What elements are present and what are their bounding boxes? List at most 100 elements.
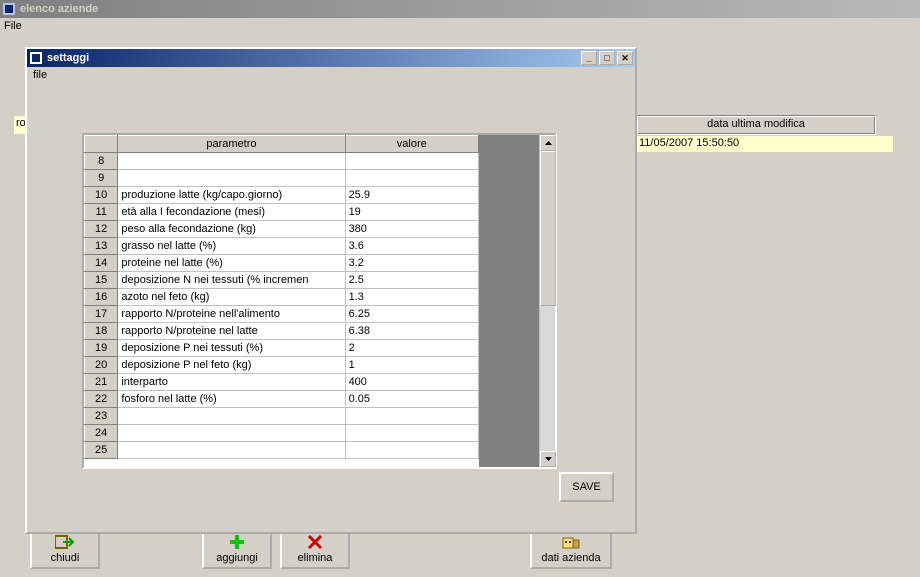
cell-parametro[interactable] [118,442,345,459]
grid-header-parametro[interactable]: parametro [118,136,345,153]
cell-parametro[interactable]: azoto nel feto (kg) [118,289,345,306]
cell-valore[interactable]: 3.2 [345,255,478,272]
table-row[interactable]: 16azoto nel feto (kg)1.3 [85,289,479,306]
row-header[interactable]: 8 [85,153,118,170]
table-row[interactable]: 19deposizione P nei tessuti (%)2 [85,340,479,357]
cell-parametro[interactable]: proteine nel latte (%) [118,255,345,272]
cell-parametro[interactable]: rapporto N/proteine nell'alimento [118,306,345,323]
cell-valore[interactable] [345,425,478,442]
aggiungi-label: aggiungi [216,552,258,564]
row-header[interactable]: 20 [85,357,118,374]
table-row[interactable]: 9 [85,170,479,187]
building-icon [560,533,582,551]
cell-parametro[interactable]: produzione latte (kg/capo.giorno) [118,187,345,204]
table-row[interactable]: 24 [85,425,479,442]
maximize-button[interactable]: □ [599,51,615,65]
row-header[interactable]: 16 [85,289,118,306]
table-row[interactable]: 20deposizione P nel feto (kg)1 [85,357,479,374]
app-icon [2,2,16,16]
row-header[interactable]: 25 [85,442,118,459]
table-row[interactable]: 22fosforo nel latte (%)0.05 [85,391,479,408]
grid-header-valore[interactable]: valore [345,136,478,153]
table-row[interactable]: 15deposizione N nei tessuti (% incremen2… [85,272,479,289]
table-row[interactable]: 25 [85,442,479,459]
cell-parametro[interactable]: rapporto N/proteine nel latte [118,323,345,340]
table-row[interactable]: 11età alla I fecondazione (mesi)19 [85,204,479,221]
cell-valore[interactable]: 2.5 [345,272,478,289]
scroll-up-button[interactable] [540,135,556,151]
outer-titlebar[interactable]: elenco aziende [0,0,920,18]
row-header[interactable]: 24 [85,425,118,442]
row-header[interactable]: 19 [85,340,118,357]
bg-value-text: 11/05/2007 15:50:50 [639,137,739,149]
table-row[interactable]: 12peso alla fecondazione (kg)380 [85,221,479,238]
cell-parametro[interactable]: età alla I fecondazione (mesi) [118,204,345,221]
row-header[interactable]: 9 [85,170,118,187]
cell-valore[interactable]: 1.3 [345,289,478,306]
cell-parametro[interactable] [118,153,345,170]
cell-parametro[interactable]: peso alla fecondazione (kg) [118,221,345,238]
cell-parametro[interactable]: deposizione N nei tessuti (% incremen [118,272,345,289]
row-header[interactable]: 13 [85,238,118,255]
grid-corner[interactable] [85,136,118,153]
grid-table: parametro valore 8910produzione latte (k… [84,135,479,459]
table-row[interactable]: 10produzione latte (kg/capo.giorno)25.9 [85,187,479,204]
row-header[interactable]: 23 [85,408,118,425]
row-header[interactable]: 17 [85,306,118,323]
row-header[interactable]: 18 [85,323,118,340]
cell-parametro[interactable] [118,425,345,442]
outer-menu-file[interactable]: File [0,18,920,34]
table-row[interactable]: 14proteine nel latte (%)3.2 [85,255,479,272]
row-header[interactable]: 10 [85,187,118,204]
row-header[interactable]: 15 [85,272,118,289]
row-header[interactable]: 22 [85,391,118,408]
cell-valore[interactable]: 19 [345,204,478,221]
modal-titlebar[interactable]: settaggi _ □ ✕ [27,49,635,67]
chiudi-label: chiudi [51,552,80,564]
cell-parametro[interactable]: interparto [118,374,345,391]
cell-valore[interactable]: 400 [345,374,478,391]
grid-scrollbar[interactable] [539,135,555,467]
settaggi-window: settaggi _ □ ✕ file [25,47,637,534]
dati-azienda-label: dati azienda [541,552,600,564]
row-header[interactable]: 11 [85,204,118,221]
outer-content: File ro data ultima modifica 11/05/2007 … [0,18,920,577]
cell-valore[interactable]: 6.25 [345,306,478,323]
row-header[interactable]: 12 [85,221,118,238]
table-row[interactable]: 17rapporto N/proteine nell'alimento6.25 [85,306,479,323]
row-header[interactable]: 14 [85,255,118,272]
table-row[interactable]: 18rapporto N/proteine nel latte6.38 [85,323,479,340]
scroll-thumb[interactable] [540,151,556,306]
grid-body[interactable]: parametro valore 8910produzione latte (k… [84,135,479,467]
scroll-down-button[interactable] [540,451,556,467]
cell-valore[interactable] [345,153,478,170]
row-header[interactable]: 21 [85,374,118,391]
modal-menu-file[interactable]: file [27,67,635,83]
save-button[interactable]: SAVE [559,472,614,502]
cell-parametro[interactable]: grasso nel latte (%) [118,238,345,255]
close-button[interactable]: ✕ [617,51,633,65]
cell-valore[interactable]: 1 [345,357,478,374]
elimina-label: elimina [298,552,333,564]
cell-valore[interactable]: 6.38 [345,323,478,340]
table-row[interactable]: 23 [85,408,479,425]
bg-header-ultima-modifica[interactable]: data ultima modifica [636,115,876,135]
cell-parametro[interactable]: deposizione P nei tessuti (%) [118,340,345,357]
cell-valore[interactable]: 0.05 [345,391,478,408]
table-row[interactable]: 13grasso nel latte (%)3.6 [85,238,479,255]
cell-valore[interactable]: 3.6 [345,238,478,255]
cell-valore[interactable] [345,408,478,425]
table-row[interactable]: 21interparto400 [85,374,479,391]
minimize-button[interactable]: _ [581,51,597,65]
cell-parametro[interactable]: deposizione P nel feto (kg) [118,357,345,374]
cell-parametro[interactable] [118,408,345,425]
cell-parametro[interactable] [118,170,345,187]
table-row[interactable]: 8 [85,153,479,170]
cell-valore[interactable]: 25.9 [345,187,478,204]
cell-valore[interactable]: 380 [345,221,478,238]
cell-valore[interactable]: 2 [345,340,478,357]
cell-valore[interactable] [345,170,478,187]
cell-valore[interactable] [345,442,478,459]
cell-parametro[interactable]: fosforo nel latte (%) [118,391,345,408]
bg-header-label: data ultima modifica [707,118,805,130]
